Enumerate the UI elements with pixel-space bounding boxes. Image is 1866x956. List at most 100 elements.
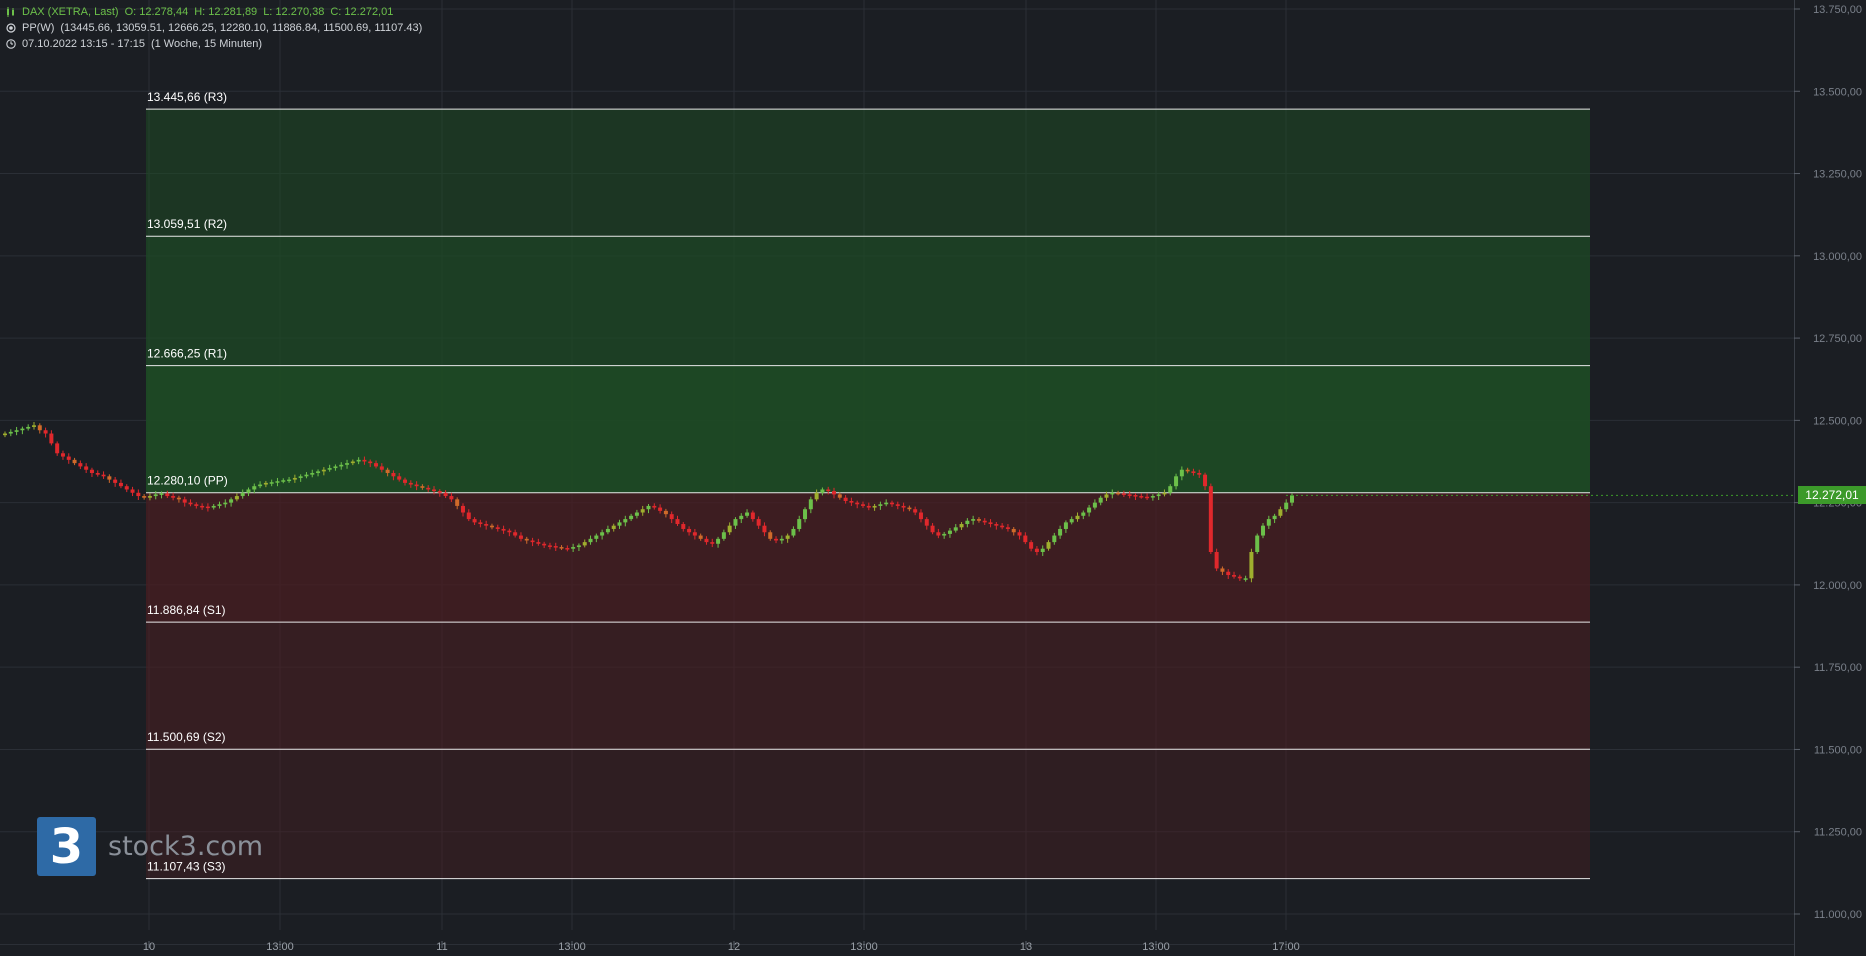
candle-body: [588, 538, 593, 543]
candle-body: [1092, 502, 1097, 508]
pivot-label-s2: 11.500,69 (S2): [147, 730, 226, 744]
candle-body: [936, 532, 941, 536]
indicator-name[interactable]: PP(W): [22, 22, 54, 34]
candle-body: [460, 505, 465, 513]
candle-body: [211, 505, 216, 508]
candle-body: [403, 479, 408, 483]
candle-body: [733, 519, 738, 526]
candle-body: [1249, 552, 1254, 579]
zone-r3-r2: [146, 109, 1590, 237]
candle-body: [1232, 575, 1237, 577]
x-tick-label: 13:00: [1142, 941, 1170, 953]
range-legend: 07.10.2022 13:15 - 17:15 (1 Woche, 15 Mi…: [6, 38, 262, 50]
timeframe[interactable]: (1 Woche, 15 Minuten): [151, 38, 262, 50]
candle-body: [594, 535, 599, 539]
candle-body: [843, 497, 848, 501]
candle-body: [414, 484, 419, 487]
candle-body: [1069, 519, 1074, 523]
y-axis-panel: [1794, 0, 1866, 956]
candle-body: [1145, 496, 1150, 499]
candle-body: [1203, 474, 1208, 487]
pivot-label-pp: 12.280,10 (PP): [147, 474, 228, 488]
candle-body: [536, 542, 541, 544]
x-tick-label: 13: [1020, 941, 1032, 953]
candle-body: [391, 473, 396, 477]
zone-pp-s1: [146, 492, 1590, 623]
candle-body: [443, 492, 448, 497]
candle-body: [420, 486, 425, 488]
candle-body: [623, 519, 628, 523]
candle-body: [1046, 542, 1051, 549]
indicator-legend: PP(W) (13445.66, 13059.51, 12666.25, 122…: [6, 22, 422, 34]
zone-s1-s2: [146, 622, 1590, 750]
candle-body: [837, 494, 842, 498]
candle-body: [907, 507, 912, 510]
candle-body: [611, 525, 616, 529]
zone-s2-s3: [146, 749, 1590, 879]
candle-body: [1162, 492, 1167, 495]
candle-body: [814, 492, 819, 500]
candle-body: [298, 476, 303, 478]
candle-body: [339, 464, 344, 467]
candle-body: [1133, 495, 1138, 497]
candle-body: [472, 519, 477, 523]
candle-body: [229, 499, 234, 503]
pivot-label-s1: 11.886,84 (S1): [147, 603, 226, 617]
candle-body: [855, 502, 860, 505]
y-tick-label: 12.000,00: [1813, 580, 1862, 592]
candle-body: [1023, 535, 1028, 543]
candle-body: [489, 525, 494, 528]
candle-body: [976, 519, 981, 521]
zone-r2-r1: [146, 236, 1590, 366]
candle-body: [60, 453, 65, 457]
candle-body: [889, 502, 894, 505]
candle-body: [1150, 496, 1155, 498]
candle-body: [130, 489, 135, 493]
candle-body: [107, 476, 112, 480]
candle-body: [263, 482, 268, 485]
instrument-name[interactable]: DAX (XETRA, Last): [22, 6, 119, 18]
candle-body: [884, 502, 889, 505]
candle-body: [652, 505, 657, 508]
candle-body: [762, 525, 767, 533]
candle-body: [663, 510, 668, 515]
candle-body: [1017, 532, 1022, 536]
candle-body: [640, 509, 645, 513]
candle-body: [281, 480, 286, 482]
stock3-logo: 3 stock3.com: [37, 817, 263, 876]
candle-body: [449, 496, 454, 500]
candle-body: [507, 530, 512, 533]
candle-body: [205, 506, 210, 509]
candle-body: [1110, 492, 1115, 495]
candle-body: [971, 519, 976, 521]
candle-body: [895, 504, 900, 506]
price-chart[interactable]: 13.445,66 (R3) 13.059,51 (R2) 12.666,25 (R…: [0, 0, 1866, 956]
candle-body: [727, 525, 732, 533]
candle-body: [437, 491, 442, 493]
candle-body: [1156, 494, 1161, 497]
candle-body: [861, 504, 865, 506]
candle-body: [43, 430, 48, 434]
candle-body: [1063, 522, 1068, 529]
candle-body: [20, 428, 25, 431]
candle-body: [1179, 469, 1184, 477]
candlestick-icon: [7, 7, 14, 17]
candle-body: [553, 546, 558, 548]
y-tick-label: 13.500,00: [1813, 86, 1862, 98]
candle-body: [605, 528, 610, 533]
candle-body: [1029, 542, 1034, 549]
candle-body: [292, 477, 297, 480]
candle-body: [803, 509, 808, 520]
close-value: C: 12.272,01: [330, 6, 394, 18]
candle-body: [327, 468, 332, 470]
candle-body: [820, 489, 825, 493]
candle-body: [136, 492, 141, 497]
candle-body: [988, 522, 993, 525]
candle-body: [1081, 512, 1086, 516]
candle-body: [1011, 528, 1016, 533]
candle-body: [658, 507, 663, 511]
candle-body: [374, 463, 379, 467]
candle-body: [345, 463, 350, 465]
last-price-tag: 12.272,01: [1798, 486, 1866, 505]
candle-body: [959, 524, 964, 528]
